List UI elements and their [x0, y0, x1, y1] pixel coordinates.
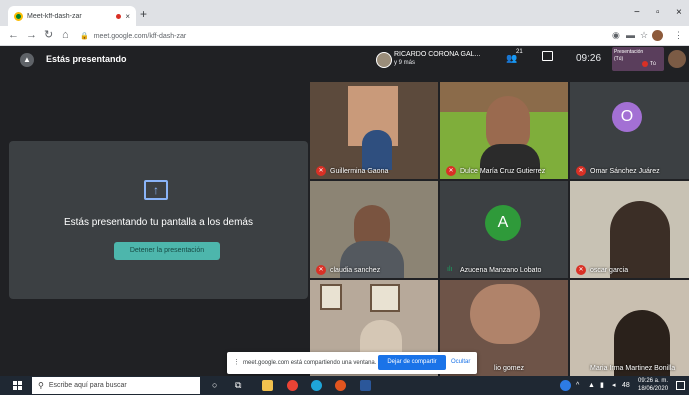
hide-banner-button[interactable]: Ocultar — [451, 357, 470, 367]
help-icon[interactable] — [560, 380, 571, 391]
participant-name: lio gomez — [494, 365, 524, 372]
meet-clock: 09:26 — [576, 53, 602, 64]
taskbar-search[interactable]: ⚲ Escribe aquí para buscar — [32, 377, 200, 394]
browser-tabstrip: Meet-kff-dash-zar × + − ▫ × — [0, 0, 689, 26]
video-frame — [320, 284, 342, 310]
tray-up-arrow-icon[interactable]: ^ — [576, 381, 579, 390]
maximize-button[interactable]: ▫ — [656, 8, 660, 18]
notifications-icon[interactable] — [676, 381, 685, 390]
share-message: meet.google.com está compartiendo una ve… — [243, 360, 377, 366]
address-bar[interactable]: 🔒 meet.google.com/kff-dash-zar — [80, 29, 600, 43]
participant-name: claudia sanchez — [330, 267, 381, 274]
chrome-icon[interactable] — [287, 380, 298, 391]
present-screen-icon: ▲ — [20, 53, 34, 67]
video-face — [470, 284, 540, 344]
new-tab-button[interactable]: + — [140, 8, 147, 20]
search-icon: ⚲ — [38, 381, 44, 390]
stop-sharing-button[interactable]: Dejar de compartir — [378, 355, 446, 370]
bookmark-star-icon[interactable]: ☆ — [640, 30, 648, 41]
url-text: meet.google.com/kff-dash-zar — [93, 32, 187, 40]
self-avatar[interactable] — [668, 50, 686, 68]
mic-off-icon: ✕ — [446, 166, 456, 176]
participant-tile-omar[interactable]: O ✕ Omar Sánchez Juárez — [570, 82, 689, 179]
pinned-more-count: y 9 más — [394, 60, 416, 66]
mic-off-icon: ✕ — [316, 265, 326, 275]
edge-icon[interactable] — [311, 380, 322, 391]
participant-tile-oscar[interactable]: ✕ oscar garcia — [570, 181, 689, 278]
clock-time: 09:26 a. m. — [638, 378, 669, 384]
participant-name: Omar Sánchez Juárez — [590, 168, 660, 175]
participant-name: oscar garcia — [590, 267, 629, 274]
back-icon[interactable]: ← — [8, 29, 19, 42]
stop-presenting-button[interactable]: Detener la presentación — [114, 242, 220, 260]
chat-icon[interactable] — [542, 51, 553, 61]
pinned-avatar[interactable] — [376, 52, 392, 68]
menu-kebab-icon[interactable]: ⋮ — [674, 30, 683, 41]
participant-tile-azucena[interactable]: A ılı Azucena Manzano Lobato — [440, 181, 568, 278]
reload-icon[interactable]: ↻ — [44, 29, 53, 42]
speaking-indicator-icon: ılı — [447, 266, 453, 273]
windows-taskbar: ⚲ Escribe aquí para buscar ○ ⧉ ^ ▲ ▮ ◂ 4… — [0, 376, 689, 395]
presenting-card: ↑ Estás presentando tu pantalla a los de… — [9, 141, 308, 299]
participant-tile-claudia[interactable]: ✕ claudia sanchez — [310, 181, 438, 278]
pinned-participant-name[interactable]: RICARDO CORONA GAL... — [394, 50, 480, 59]
participant-name: Dulce María Cruz Gutierrez — [460, 168, 546, 175]
self-presentation-label: Presentación — [614, 49, 644, 55]
screen-share-banner: ⋮ meet.google.com está compartiendo una … — [227, 352, 477, 374]
task-view-icon[interactable]: ⧉ — [235, 379, 241, 391]
drag-handle-icon[interactable]: ⋮ — [233, 359, 240, 367]
mic-off-icon: ✕ — [316, 166, 326, 176]
self-you-label: Tú — [650, 61, 656, 67]
app-icon[interactable] — [335, 380, 346, 391]
meet-window: ▲ Estás presentando RICARDO CORONA GAL..… — [0, 46, 689, 376]
browser-tab-meet[interactable]: Meet-kff-dash-zar × — [8, 6, 136, 26]
forward-icon[interactable]: → — [26, 29, 37, 42]
self-tu-label: (Tú) — [614, 56, 624, 62]
participant-tile-dulce[interactable]: ✕ Dulce María Cruz Gutierrez — [440, 82, 568, 179]
participant-avatar: O — [612, 102, 642, 132]
participant-name: Azucena Manzano Lobato — [460, 267, 542, 274]
presenting-title: Estás presentando — [46, 54, 127, 64]
meet-favicon-icon — [14, 11, 23, 21]
screen: Meet-kff-dash-zar × + − ▫ × ← → ↻ ⌂ 🔒 me… — [0, 0, 689, 395]
video-frame — [370, 284, 400, 312]
mic-off-icon: ✕ — [576, 265, 586, 275]
windows-start-icon[interactable] — [13, 381, 22, 390]
minimize-button[interactable]: − — [634, 8, 640, 18]
battery-icon[interactable]: ▮ — [600, 381, 604, 390]
presenting-message: Estás presentando tu pantalla a los demá… — [63, 217, 253, 228]
extension-icon[interactable]: ◉ — [612, 30, 620, 41]
participant-name: Guillermina Gaona — [330, 168, 389, 175]
file-explorer-icon[interactable] — [262, 380, 273, 391]
self-mic-off-icon — [642, 61, 648, 67]
search-placeholder: Escribe aquí para buscar — [48, 382, 127, 389]
taskbar-clock[interactable]: 09:26 a. m. 18/06/2020 — [638, 377, 668, 393]
participant-tile-maria[interactable]: Maria Irma Martinez Bonilla — [570, 280, 689, 376]
close-window-button[interactable]: × — [676, 8, 682, 18]
profile-avatar[interactable] — [652, 30, 663, 41]
present-arrow-icon: ↑ — [144, 180, 168, 200]
meet-topbar: ▲ Estás presentando RICARDO CORONA GAL..… — [0, 46, 689, 74]
browser-toolbar: ← → ↻ ⌂ 🔒 meet.google.com/kff-dash-zar ◉… — [0, 26, 689, 46]
lock-icon: 🔒 — [80, 33, 89, 40]
participant-avatar: A — [485, 205, 521, 241]
self-view-tile[interactable]: Presentación (Tú) Tú — [612, 47, 664, 71]
video-figure — [362, 130, 392, 170]
mic-off-icon: ✕ — [576, 166, 586, 176]
home-icon[interactable]: ⌂ — [62, 29, 69, 42]
participant-name: Maria Irma Martinez Bonilla — [590, 365, 676, 372]
tab-close-icon[interactable]: × — [125, 12, 130, 21]
participant-tile-guillermina[interactable]: ✕ Guillermina Gaona — [310, 82, 438, 179]
tab-title: Meet-kff-dash-zar — [27, 12, 82, 20]
participant-count: 21 — [516, 49, 523, 55]
word-icon[interactable] — [360, 380, 371, 391]
recording-icon — [116, 13, 122, 19]
clock-date: 18/06/2020 — [638, 386, 669, 392]
cast-icon[interactable]: ▬ — [626, 30, 635, 41]
wifi-icon[interactable]: ▲ — [588, 381, 595, 390]
volume-icon[interactable]: ◂ — [612, 381, 616, 390]
cortana-icon[interactable]: ○ — [212, 379, 217, 391]
language-indicator[interactable]: 48 — [622, 381, 630, 390]
